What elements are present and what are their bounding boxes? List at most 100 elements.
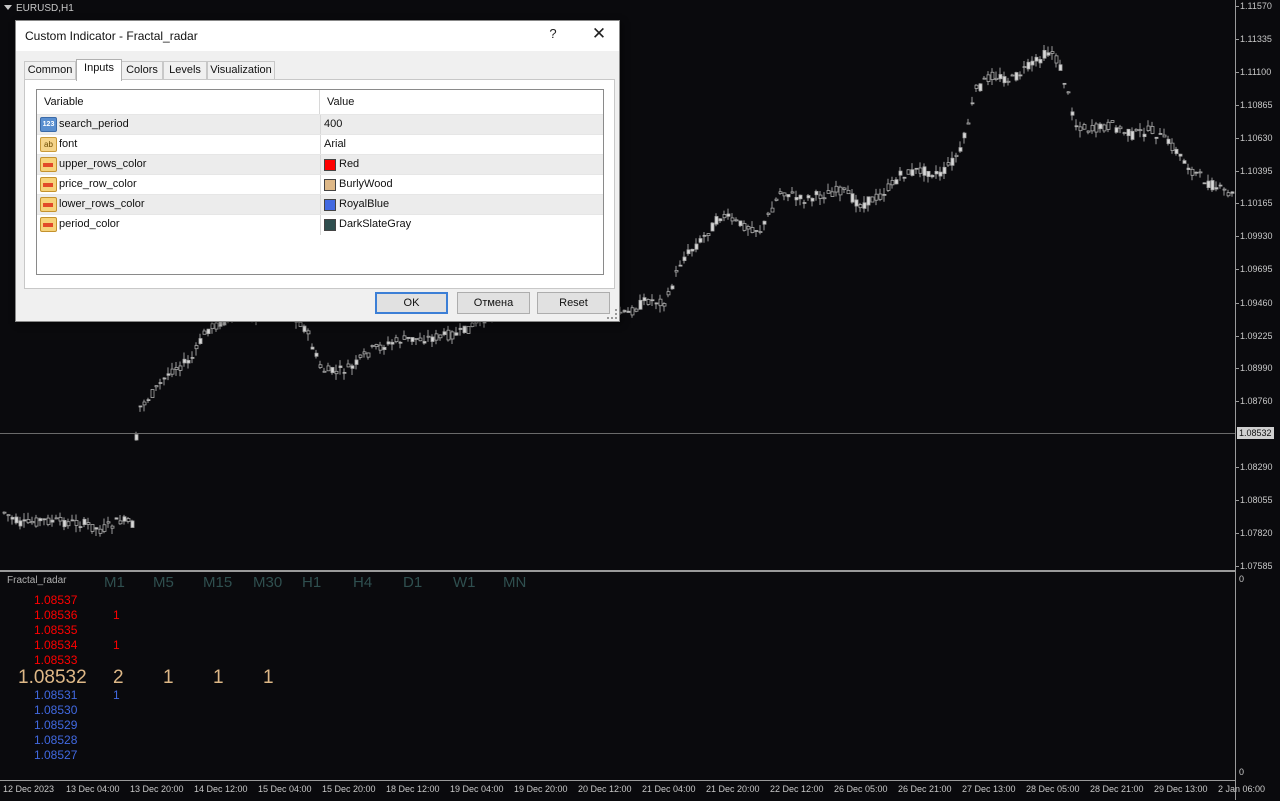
value-text: Arial <box>324 138 347 150</box>
value-cell[interactable]: BurlyWood <box>321 175 603 195</box>
candle <box>702 232 707 243</box>
price-tick <box>1236 467 1239 468</box>
price-label: 1.09225 <box>1240 331 1273 341</box>
time-label: 27 Dec 13:00 <box>962 784 1016 794</box>
candle <box>838 185 843 202</box>
price-tick <box>1236 303 1239 304</box>
chart-symbol-title[interactable]: EURUSD,H1 <box>4 3 74 14</box>
tab-visualization[interactable]: Visualization <box>207 61 275 80</box>
variable-cell: period_color <box>37 215 321 235</box>
candle <box>126 516 131 524</box>
ok-button[interactable]: OK <box>375 292 448 314</box>
candle <box>138 405 143 412</box>
candle <box>710 222 715 232</box>
candle <box>1198 168 1203 178</box>
price-label: 1.10165 <box>1240 198 1273 208</box>
candle <box>842 186 847 194</box>
candle <box>770 201 775 213</box>
value-cell[interactable]: DarkSlateGray <box>321 215 603 235</box>
candle <box>846 185 851 195</box>
time-label: 15 Dec 04:00 <box>258 784 312 794</box>
candle <box>866 196 871 212</box>
variable-cell: lower_rows_color <box>37 195 321 215</box>
reset-button[interactable]: Reset <box>537 292 610 314</box>
candle <box>22 513 27 528</box>
radar-count: 1 <box>113 608 120 622</box>
candle <box>1022 61 1027 74</box>
radar-count: 1 <box>263 667 274 688</box>
candle <box>98 525 103 537</box>
candle <box>926 170 931 183</box>
value-cell[interactable]: Red <box>321 155 603 175</box>
candle <box>802 199 807 209</box>
candle <box>2 511 7 515</box>
price-axis[interactable]: 1.11570 1.11335 1.11100 1.10865 1.10630 1.103… <box>1235 0 1280 800</box>
resize-grip-icon[interactable] <box>607 309 617 319</box>
candle <box>162 377 167 386</box>
candle <box>1166 135 1171 146</box>
candle <box>1134 128 1139 133</box>
time-axis[interactable]: 12 Dec 2023 13 Dec 04:00 13 Dec 20:00 14 De… <box>0 780 1265 801</box>
candle <box>786 194 791 202</box>
input-row-search-period[interactable]: 123 search_period 400 <box>37 114 603 135</box>
candle <box>914 167 919 174</box>
radar-price: 1.08535 <box>34 623 78 637</box>
column-header-value[interactable]: Value <box>320 90 603 114</box>
candle <box>398 340 403 349</box>
candle <box>462 325 467 334</box>
candle <box>422 334 427 345</box>
candle <box>18 516 23 530</box>
candle <box>918 162 923 178</box>
candle <box>754 230 759 238</box>
dialog-titlebar[interactable]: Custom Indicator - Fractal_radar ? ✕ <box>16 21 619 51</box>
color-type-icon <box>40 157 57 172</box>
time-label: 22 Dec 12:00 <box>770 784 824 794</box>
candle <box>1082 122 1087 130</box>
tab-common[interactable]: Common <box>24 61 76 80</box>
candle <box>1174 146 1179 156</box>
candle <box>1150 121 1155 135</box>
value-cell[interactable]: RoyalBlue <box>321 195 603 215</box>
candle <box>674 265 679 277</box>
price-tick <box>1236 171 1239 172</box>
candle <box>850 189 855 204</box>
variable-name: font <box>59 138 78 150</box>
column-header-variable[interactable]: Variable <box>37 90 320 114</box>
candle <box>338 360 343 375</box>
input-row-price-row-color[interactable]: price_row_color BurlyWood <box>37 174 603 195</box>
candle <box>634 307 639 313</box>
input-row-upper-rows-color[interactable]: upper_rows_color Red <box>37 154 603 175</box>
candle <box>182 352 187 367</box>
candle <box>166 367 171 381</box>
input-row-period-color[interactable]: period_color DarkSlateGray <box>37 214 603 235</box>
indicator-window[interactable]: Fractal_radar M1 M5 M15 M30 H1 H4 D1 W1 MN 1.0853… <box>0 572 1235 780</box>
input-row-font[interactable]: ab font Arial <box>37 134 603 155</box>
price-tick <box>1236 138 1239 139</box>
cancel-button[interactable]: Отмена <box>457 292 530 314</box>
close-icon[interactable]: ✕ <box>588 24 610 44</box>
candle <box>122 514 127 525</box>
candle <box>690 248 695 257</box>
candle <box>858 202 863 212</box>
input-row-lower-rows-color[interactable]: lower_rows_color RoyalBlue <box>37 194 603 215</box>
price-tick <box>1236 368 1239 369</box>
time-label: 28 Dec 05:00 <box>1026 784 1080 794</box>
candle <box>666 287 671 298</box>
radar-price: 1.08534 <box>34 638 78 652</box>
color-type-icon <box>40 197 57 212</box>
candle <box>74 514 79 533</box>
help-icon[interactable]: ? <box>546 26 560 41</box>
price-tick <box>1236 203 1239 204</box>
value-cell[interactable]: Arial <box>321 135 603 155</box>
price-label: 1.10630 <box>1240 133 1273 143</box>
tab-inputs[interactable]: Inputs <box>76 59 122 81</box>
price-tick <box>1236 39 1239 40</box>
value-cell[interactable]: 400 <box>321 115 603 135</box>
tab-levels[interactable]: Levels <box>163 61 207 80</box>
candle <box>1146 120 1151 132</box>
candle <box>942 161 947 179</box>
candle <box>1122 131 1127 136</box>
candle <box>726 208 731 220</box>
tab-colors[interactable]: Colors <box>121 61 163 80</box>
candle <box>714 213 719 227</box>
